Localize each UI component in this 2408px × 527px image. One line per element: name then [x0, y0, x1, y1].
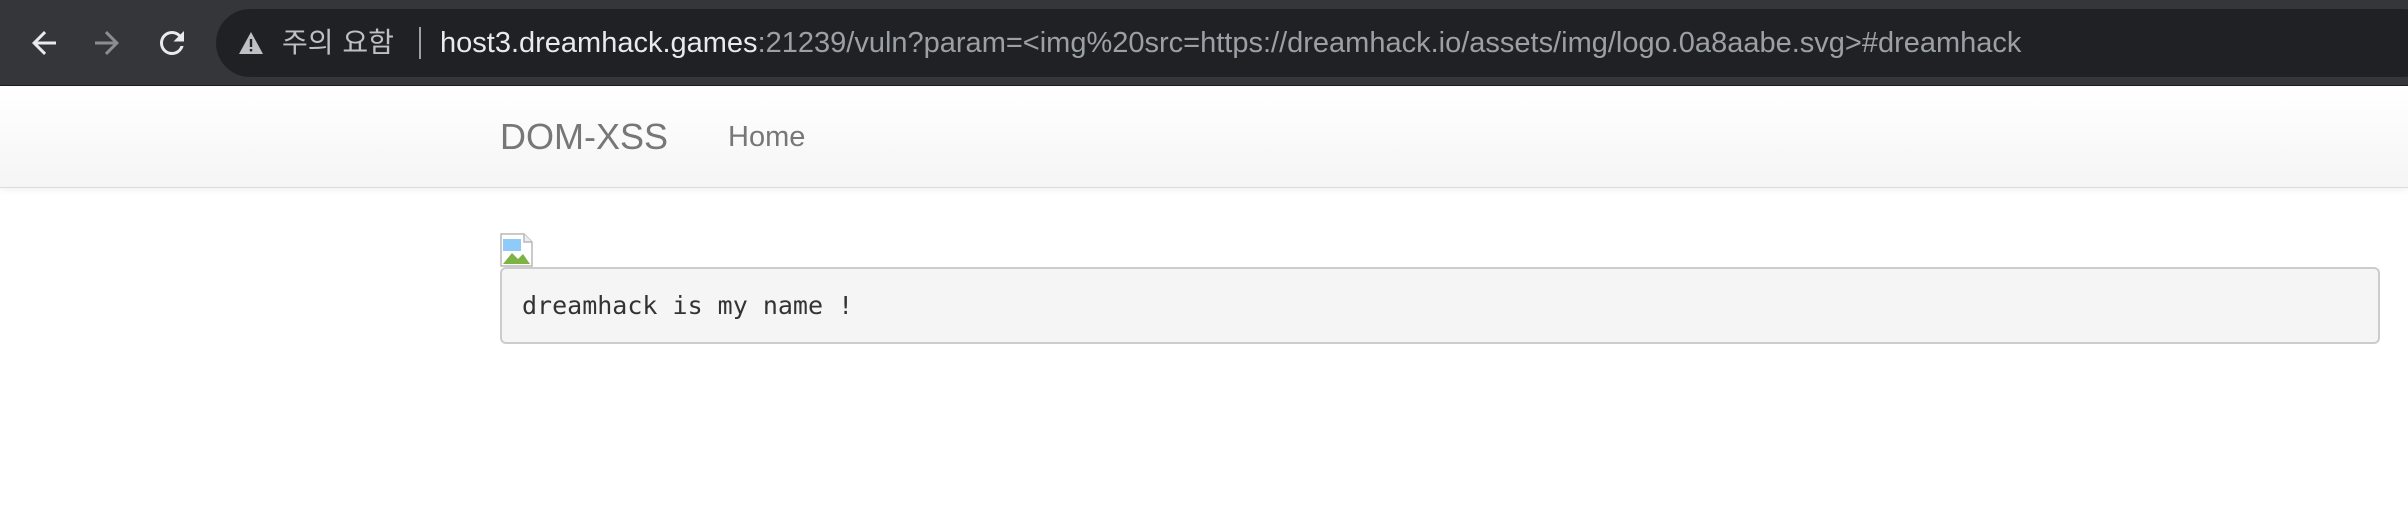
url-host: host3.dreamhack.games: [440, 27, 758, 59]
url-text[interactable]: host3.dreamhack.games:21239/vuln?param=<…: [440, 9, 2021, 77]
omnibox-divider: [419, 27, 421, 59]
warning-triangle-icon[interactable]: [238, 31, 264, 55]
nav-link-home[interactable]: Home: [728, 87, 805, 187]
message-output: dreamhack is my name !: [500, 267, 2380, 344]
address-bar[interactable]: 주의 요함 host3.dreamhack.games:21239/vuln?p…: [216, 9, 2408, 77]
reload-icon: [159, 30, 184, 55]
url-path: :21239/vuln?param=<img%20src=https://dre…: [757, 27, 2022, 59]
security-status-text[interactable]: 주의 요함: [282, 9, 394, 77]
arrow-left-icon: [32, 31, 56, 55]
navbar-brand[interactable]: DOM-XSS: [500, 87, 668, 187]
browser-toolbar: 주의 요함 host3.dreamhack.games:21239/vuln?p…: [0, 0, 2408, 86]
site-navbar: DOM-XSS Home: [0, 87, 2408, 188]
arrow-right-icon: [95, 31, 119, 55]
reload-button[interactable]: [147, 18, 197, 68]
forward-button[interactable]: [82, 18, 132, 68]
broken-image-icon: [500, 233, 533, 267]
back-button[interactable]: [19, 18, 69, 68]
